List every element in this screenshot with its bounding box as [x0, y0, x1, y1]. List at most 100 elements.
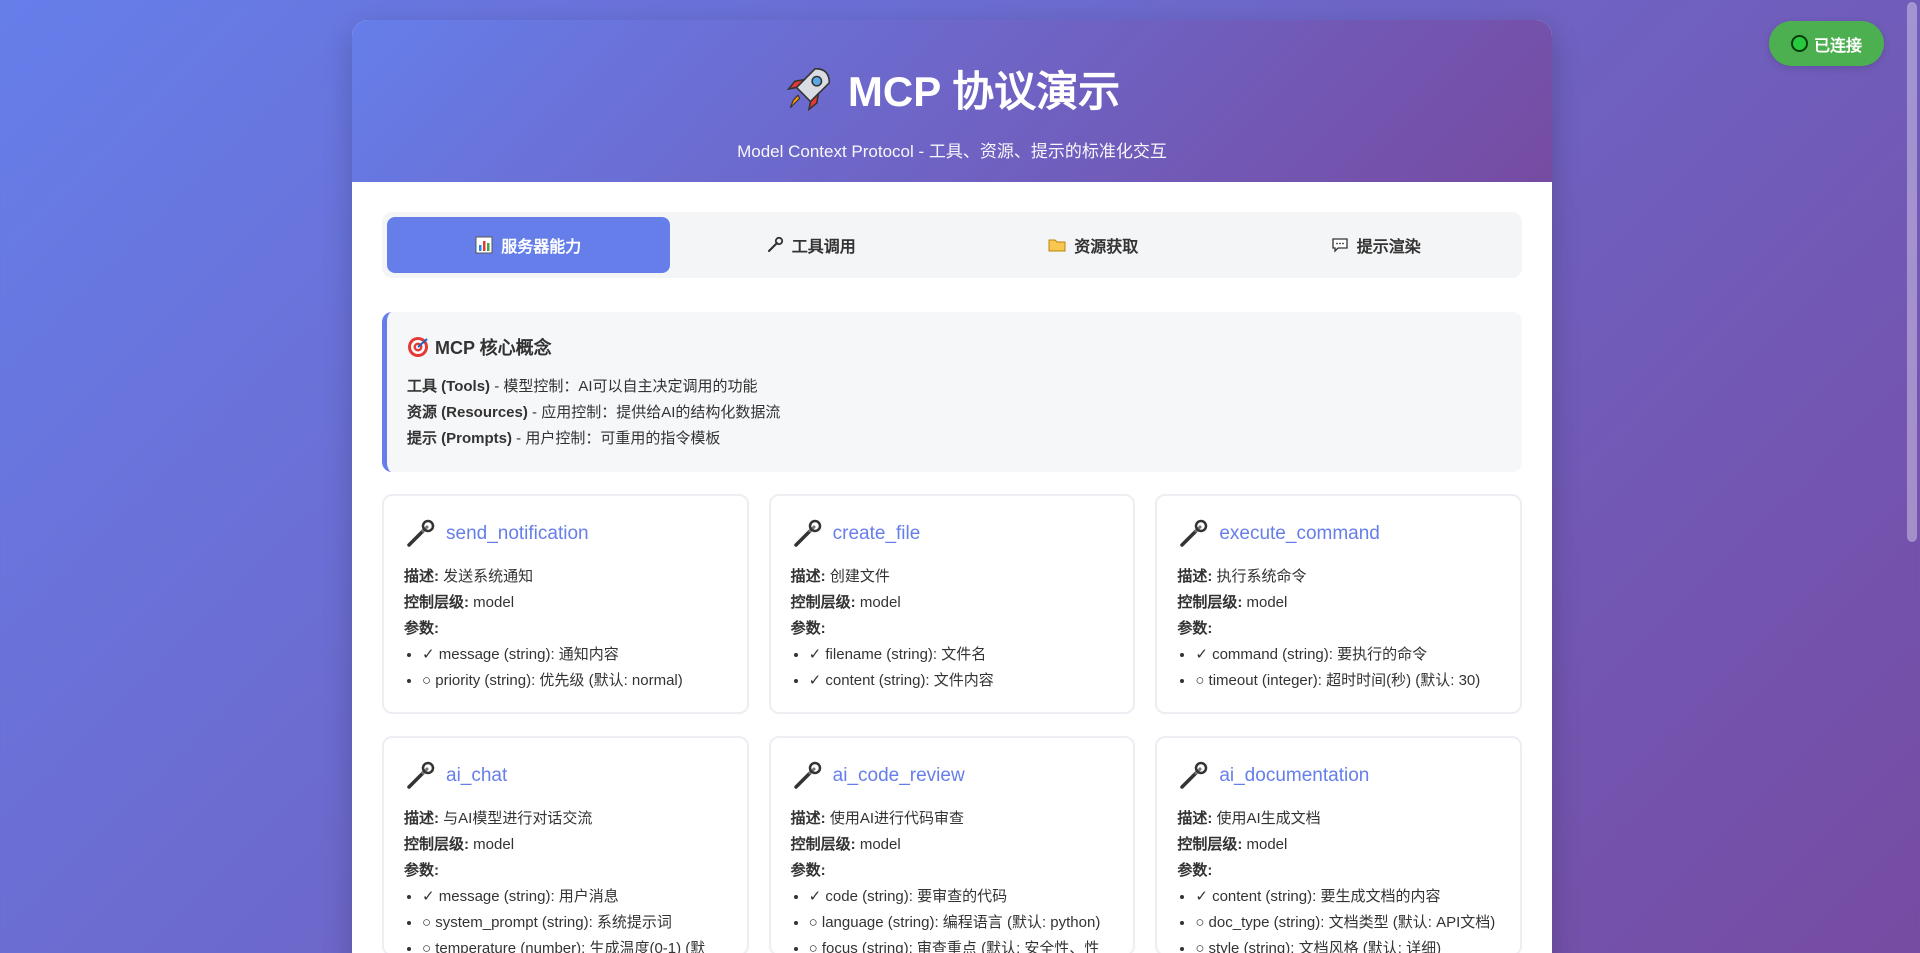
concept-line-prompts: 提示 (Prompts) - 用户控制：可重用的指令模板	[407, 426, 1502, 452]
page-title-row: MCP 协议演示	[352, 58, 1552, 119]
tool-card-header: execute_command	[1177, 518, 1502, 550]
tool-params-list: ✓ filename (string): 文件名 ✓ content (stri…	[791, 642, 1116, 694]
tab-label: 工具调用	[791, 239, 856, 256]
wrench-icon	[767, 236, 783, 253]
field-label: 控制层级:	[404, 836, 469, 853]
tool-name: ai_documentation	[1219, 765, 1370, 786]
wrench-icon	[1180, 761, 1208, 789]
tool-control-row: 控制层级: model	[791, 832, 1116, 858]
tab-label: 服务器能力	[501, 239, 582, 256]
tool-description: 发送系统通知	[443, 568, 534, 585]
tool-card-header: create_file	[791, 518, 1116, 550]
page-title: MCP 协议演示	[847, 68, 1121, 115]
tool-control-level: model	[473, 836, 515, 853]
tool-card-ai-documentation[interactable]: ai_documentation 描述: 使用AI生成文档 控制层级: mode…	[1155, 736, 1522, 953]
field-label: 参数:	[790, 620, 826, 637]
tool-card-create-file[interactable]: create_file 描述: 创建文件 控制层级: model 参数: ✓ f…	[768, 494, 1136, 714]
tool-name: ai_chat	[446, 765, 508, 786]
tab-bar: 服务器能力 工具调用 资源获取 提示渲染	[382, 212, 1522, 278]
param-item: ○ doc_type (string): 文档类型 (默认: API文档)	[1195, 910, 1502, 936]
tool-control-level: model	[859, 836, 901, 853]
param-item: ○ focus (string): 审查重点 (默认: 安全性、性	[809, 936, 1116, 953]
concept-desc: - 用户控制：可重用的指令模板	[512, 430, 721, 447]
param-item: ✓ code (string): 要审查的代码	[809, 884, 1116, 910]
tool-description: 与AI模型进行对话交流	[443, 810, 593, 827]
tool-description: 执行系统命令	[1216, 568, 1307, 585]
param-item: ○ style (string): 文档风格 (默认: 详细)	[1195, 936, 1502, 953]
field-label: 参数:	[790, 862, 826, 879]
field-label: 控制层级:	[1177, 836, 1243, 853]
scrollbar-thumb[interactable]	[1907, 2, 1917, 542]
tab-label: 资源获取	[1074, 239, 1139, 256]
core-concepts-heading: MCP 核心概念	[407, 334, 1502, 360]
tool-description-row: 描述: 执行系统命令	[1177, 564, 1502, 590]
tool-params-list: ✓ code (string): 要审查的代码 ○ language (stri…	[791, 884, 1116, 953]
tool-params-label-row: 参数:	[1177, 858, 1502, 884]
tool-params-label-row: 参数:	[1177, 616, 1502, 642]
tab-server-capabilities[interactable]: 服务器能力	[387, 217, 670, 273]
param-item: ✓ filename (string): 文件名	[809, 642, 1116, 668]
tool-description-row: 描述: 发送系统通知	[404, 564, 729, 590]
tool-params-list: ✓ message (string): 通知内容 ○ priority (str…	[404, 642, 729, 694]
field-label: 参数:	[404, 620, 439, 637]
tool-description-row: 描述: 创建文件	[791, 564, 1116, 590]
tool-card-header: send_notification	[404, 518, 729, 550]
tool-control-level: model	[473, 594, 515, 611]
tool-control-row: 控制层级: model	[791, 590, 1116, 616]
tool-description: 创建文件	[829, 568, 890, 585]
tool-control-level: model	[1246, 836, 1288, 853]
field-label: 描述:	[404, 810, 439, 827]
tool-name: create_file	[832, 523, 921, 544]
main-container: MCP 协议演示 Model Context Protocol - 工具、资源、…	[352, 20, 1552, 953]
wrench-icon	[407, 519, 435, 547]
tool-card-ai-code-review[interactable]: ai_code_review 描述: 使用AI进行代码审查 控制层级: mode…	[768, 736, 1136, 953]
field-label: 描述:	[790, 810, 826, 827]
param-item: ✓ content (string): 文件内容	[809, 668, 1116, 694]
field-label: 描述:	[1177, 568, 1213, 585]
tab-prompt-render[interactable]: 提示渲染	[1235, 217, 1518, 273]
tool-card-header: ai_chat	[404, 760, 729, 792]
param-item: ✓ message (string): 用户消息	[422, 884, 729, 910]
status-dot-icon	[1790, 35, 1808, 52]
field-label: 描述:	[790, 568, 826, 585]
page-scrollbar[interactable]	[1903, 0, 1920, 953]
concept-desc: - 应用控制：提供给AI的结构化数据流	[527, 404, 781, 421]
concept-term: 资源 (Resources)	[407, 404, 528, 421]
tool-description-row: 描述: 使用AI生成文档	[1177, 806, 1502, 832]
field-label: 控制层级:	[1177, 594, 1243, 611]
tab-resource-fetch[interactable]: 资源获取	[952, 217, 1235, 273]
param-item: ○ language (string): 编程语言 (默认: python)	[809, 910, 1116, 936]
tool-params-label-row: 参数:	[791, 858, 1116, 884]
target-icon	[408, 337, 428, 357]
tool-params-list: ✓ command (string): 要执行的命令 ○ timeout (in…	[1177, 642, 1502, 694]
tool-card-execute-command[interactable]: execute_command 描述: 执行系统命令 控制层级: model 参…	[1155, 494, 1522, 714]
tool-name: send_notification	[446, 523, 589, 544]
connection-status-label: 已连接	[1813, 37, 1862, 55]
tool-control-row: 控制层级: model	[1177, 590, 1502, 616]
connection-status-badge: 已连接	[1769, 21, 1884, 66]
tool-card-header: ai_code_review	[791, 760, 1116, 792]
tool-control-level: model	[859, 594, 901, 611]
param-item: ○ system_prompt (string): 系统提示词	[422, 910, 729, 936]
tool-description-row: 描述: 与AI模型进行对话交流	[404, 806, 729, 832]
tool-params-label-row: 参数:	[404, 858, 729, 884]
speech-bubble-icon	[1332, 238, 1348, 253]
field-label: 参数:	[404, 862, 439, 879]
tool-params-label-row: 参数:	[791, 616, 1116, 642]
tool-params-list: ✓ message (string): 用户消息 ○ system_prompt…	[404, 884, 729, 953]
wrench-icon	[1180, 519, 1208, 547]
tool-card-ai-chat[interactable]: ai_chat 描述: 与AI模型进行对话交流 控制层级: model 参数: …	[382, 736, 749, 953]
core-concepts-box: MCP 核心概念 工具 (Tools) - 模型控制：AI可以自主决定调用的功能…	[382, 312, 1522, 472]
tool-name: execute_command	[1219, 523, 1380, 544]
param-item: ✓ message (string): 通知内容	[422, 642, 729, 668]
tool-control-level: model	[1246, 594, 1288, 611]
field-label: 参数:	[1177, 620, 1213, 637]
tool-control-row: 控制层级: model	[1177, 832, 1502, 858]
tab-label: 提示渲染	[1356, 239, 1421, 256]
param-item: ○ temperature (number): 生成温度(0-1) (默	[422, 936, 729, 953]
tool-params-label-row: 参数:	[404, 616, 729, 642]
tab-tool-calls[interactable]: 工具调用	[670, 217, 953, 273]
param-item: ✓ content (string): 要生成文档的内容	[1195, 884, 1502, 910]
tool-card-send-notification[interactable]: send_notification 描述: 发送系统通知 控制层级: model…	[382, 494, 749, 714]
rocket-icon	[786, 67, 830, 111]
